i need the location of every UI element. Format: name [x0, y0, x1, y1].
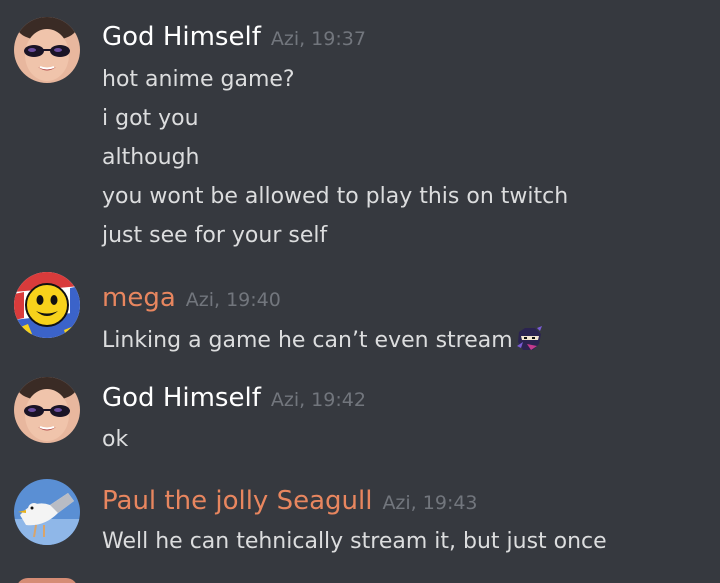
timestamp: Azi, 19:37 — [270, 28, 366, 50]
timestamp: Azi, 19:40 — [185, 289, 281, 311]
message-header: mega Azi, 19:40 — [102, 283, 281, 313]
seagull-avatar-icon — [14, 479, 80, 545]
message-text: just see for your self — [102, 223, 328, 248]
message-header: Paul the jolly Seagull Azi, 19:43 — [102, 486, 478, 516]
message-text: Linking a game he can’t even stream — [102, 324, 543, 355]
message-text: you wont be allowed to play this on twit… — [102, 184, 569, 209]
message-text-content: Linking a game he can’t even stream — [102, 328, 513, 353]
timestamp: Azi, 19:42 — [270, 389, 366, 411]
user-photo-sunglasses-icon — [14, 377, 80, 443]
message-header: God Himself Azi, 19:42 — [102, 383, 366, 413]
message-text: Well he can tehnically stream it, but ju… — [102, 529, 607, 554]
ninja-emote-icon[interactable] — [515, 324, 543, 352]
message-header: God Himself Azi, 19:37 — [102, 22, 366, 52]
timestamp: Azi, 19:43 — [382, 492, 478, 514]
message-text: although — [102, 145, 200, 170]
chat-messages: God Himself Azi, 19:37 hot anime game? i … — [0, 0, 720, 583]
avatar[interactable] — [16, 578, 78, 583]
username[interactable]: God Himself — [102, 383, 261, 413]
username[interactable]: Paul the jolly Seagull — [102, 486, 372, 516]
avatar[interactable] — [14, 17, 80, 83]
username[interactable]: mega — [102, 283, 176, 313]
avatar[interactable] — [14, 272, 80, 338]
message-text: i got you — [102, 106, 199, 131]
username[interactable]: God Himself — [102, 22, 261, 52]
user-photo-sunglasses-icon — [14, 17, 80, 83]
avatar[interactable] — [14, 479, 80, 545]
message-text: ok — [102, 427, 129, 452]
pacman-avatar-icon — [14, 272, 80, 338]
message-text: hot anime game? — [102, 67, 295, 92]
avatar[interactable] — [14, 377, 80, 443]
